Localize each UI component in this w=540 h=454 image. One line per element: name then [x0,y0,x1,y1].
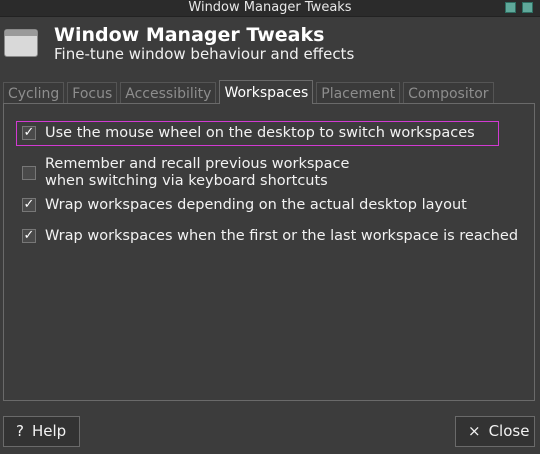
close-button-label: Close [488,422,530,440]
title-bar: Window Manager Tweaks [0,0,540,17]
tab-cycling[interactable]: Cycling [3,82,65,104]
option-label: Wrap workspaces depending on the actual … [45,197,467,213]
tab-compositor[interactable]: Compositor [403,82,494,104]
tab-placement[interactable]: Placement [316,82,401,104]
dialog-header: Window Manager Tweaks Fine-tune window b… [0,17,540,69]
option-label-line2: when switching via keyboard shortcuts [45,173,328,189]
window-icon [4,29,38,57]
window-title: Window Manager Tweaks [188,0,352,15]
window: Window Manager Tweaks Window Manager Twe… [0,0,540,454]
tab-focus[interactable]: Focus [67,82,118,104]
close-button[interactable]: × Close [455,416,535,447]
option-label: Remember and recall previous workspace [45,156,350,172]
maximize-button[interactable] [522,2,533,13]
help-icon: ? [16,422,24,440]
help-button[interactable]: ? Help [3,416,80,447]
option-label: Use the mouse wheel on the desktop to sw… [45,125,475,141]
header-subtitle: Fine-tune window behaviour and effects [54,45,355,63]
help-button-label: Help [31,422,67,440]
checkbox-wrap-first-last[interactable]: ✓ [22,229,36,243]
checkbox-wrap-layout[interactable]: ✓ [22,198,36,212]
header-title: Window Manager Tweaks [54,24,325,46]
tab-accessibility[interactable]: Accessibility [120,82,217,104]
option-label: Wrap workspaces when the first or the la… [45,228,519,244]
tab-workspaces[interactable]: Workspaces [219,80,314,104]
checkbox-remember-workspace[interactable] [22,166,36,180]
minimize-button[interactable] [505,2,516,13]
tab-bar: Cycling Focus Accessibility Workspaces P… [3,80,497,104]
close-icon: × [468,422,481,440]
workspaces-panel: ✓ Use the mouse wheel on the desktop to … [3,103,535,401]
checkbox-mouse-wheel-switch[interactable]: ✓ [22,126,36,140]
